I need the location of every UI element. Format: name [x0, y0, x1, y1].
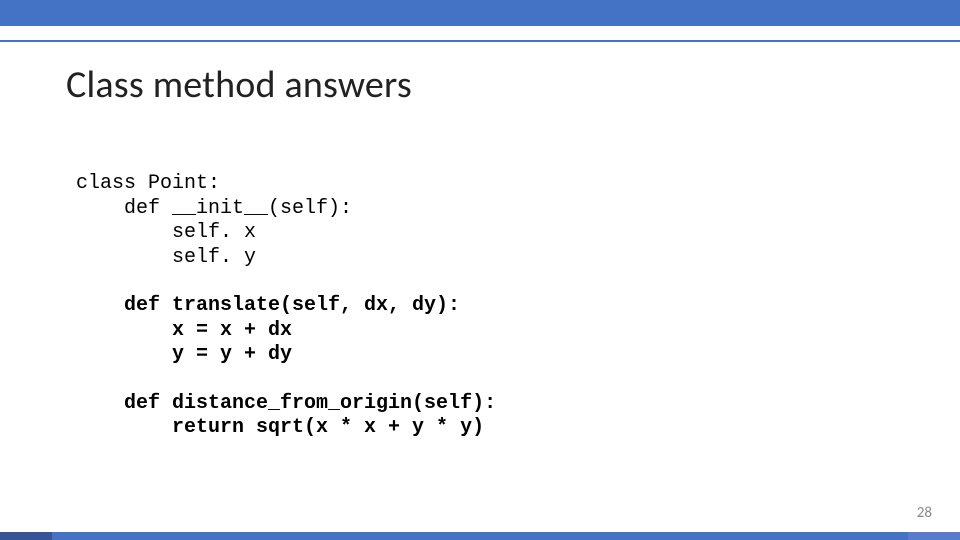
- code-line-bold: def distance_from_origin(self):: [76, 392, 496, 415]
- page-number: 28: [917, 504, 932, 522]
- code-line: self. x: [76, 221, 256, 244]
- code-line-bold: def translate(self, dx, dy):: [76, 294, 460, 317]
- horizontal-rule: [0, 40, 960, 42]
- code-line: class Point:: [76, 172, 220, 195]
- code-line-bold: x = x + dx: [76, 319, 292, 342]
- bottom-bar-accent-left: [0, 532, 52, 540]
- code-block: class Point: def __init__(self): self. x…: [76, 148, 900, 441]
- slide: Class method answers class Point: def __…: [0, 0, 960, 540]
- bottom-bar-accent-right: [908, 532, 960, 540]
- code-line: self. y: [76, 246, 256, 269]
- code-line-bold: return sqrt(x * x + y * y): [76, 416, 484, 439]
- bottom-bar: [0, 532, 960, 540]
- code-line: def __init__(self):: [76, 197, 352, 220]
- code-line-bold: y = y + dy: [76, 343, 292, 366]
- top-bar: [0, 0, 960, 26]
- slide-title: Class method answers: [66, 62, 412, 108]
